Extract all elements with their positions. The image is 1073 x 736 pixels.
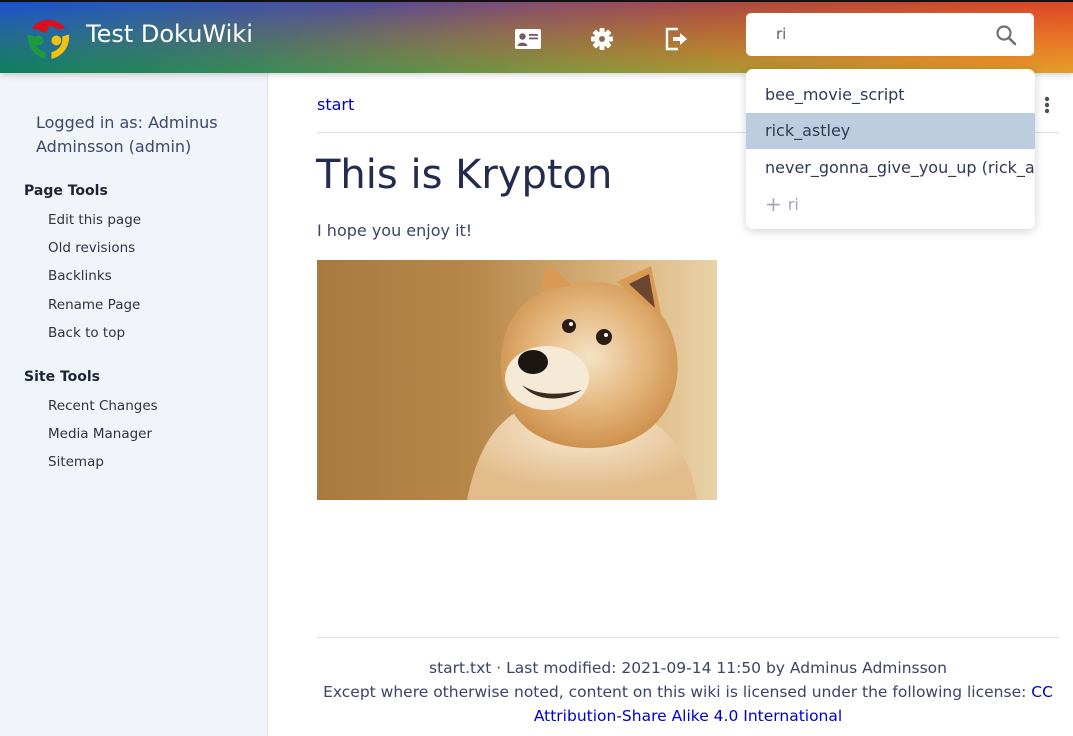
- logout-icon[interactable]: [662, 25, 690, 53]
- search-box: [746, 13, 1034, 56]
- doge-image[interactable]: [317, 260, 717, 500]
- site-title[interactable]: Test DokuWiki: [86, 20, 253, 48]
- page-paragraph: I hope you enjoy it!: [317, 221, 473, 240]
- footer: start.txt · Last modified: 2021-09-14 11…: [317, 656, 1059, 728]
- suggestion-item-active[interactable]: rick_astley: [746, 113, 1035, 149]
- sidebar-item-backlinks[interactable]: Backlinks: [48, 268, 112, 284]
- gear-icon[interactable]: [588, 25, 616, 53]
- plus-icon: +: [765, 192, 782, 216]
- site-tools-heading: Site Tools: [24, 369, 101, 385]
- breadcrumb-start[interactable]: start: [317, 95, 354, 114]
- page-meta: start.txt · Last modified: 2021-09-14 11…: [429, 659, 947, 677]
- sidebar-item-recent-changes[interactable]: Recent Changes: [48, 398, 158, 414]
- create-page-suggestion[interactable]: + ri: [746, 186, 1035, 222]
- license-prefix: Except where otherwise noted, content on…: [323, 683, 1027, 701]
- search-icon[interactable]: [994, 23, 1018, 47]
- page-tools-heading: Page Tools: [24, 183, 108, 199]
- suggestion-item[interactable]: never_gonna_give_you_up (rick_astley): [746, 150, 1035, 186]
- site-header: Test DokuWiki: [0, 0, 1073, 73]
- sidebar-item-sitemap[interactable]: Sitemap: [48, 454, 104, 470]
- profile-card-icon[interactable]: [514, 25, 542, 53]
- logged-in-user: Logged in as: Adminus Adminsson (admin): [36, 113, 218, 156]
- sidebar-item-media-manager[interactable]: Media Manager: [48, 426, 152, 442]
- more-vertical-icon[interactable]: [1040, 95, 1054, 115]
- create-page-label: ri: [787, 195, 799, 214]
- logo-icon: [25, 14, 72, 61]
- sidebar-item-rename-page[interactable]: Rename Page: [48, 297, 140, 313]
- footer-divider: [317, 637, 1059, 638]
- page-title: This is Krypton: [316, 152, 613, 198]
- window-top-border: [0, 0, 1073, 2]
- sidebar: Logged in as: Adminus Adminsson (admin) …: [0, 73, 268, 736]
- dokuwiki-logo[interactable]: [24, 13, 73, 62]
- suggestion-item[interactable]: bee_movie_script: [746, 77, 1035, 113]
- license-text: Except where otherwise noted, content on…: [317, 680, 1059, 728]
- sidebar-item-back-to-top[interactable]: Back to top: [48, 325, 125, 341]
- sidebar-item-edit-page[interactable]: Edit this page: [48, 212, 141, 228]
- search-input[interactable]: [776, 21, 976, 47]
- search-suggestions: bee_movie_script rick_astley never_gonna…: [746, 69, 1035, 229]
- sidebar-item-old-revisions[interactable]: Old revisions: [48, 240, 135, 256]
